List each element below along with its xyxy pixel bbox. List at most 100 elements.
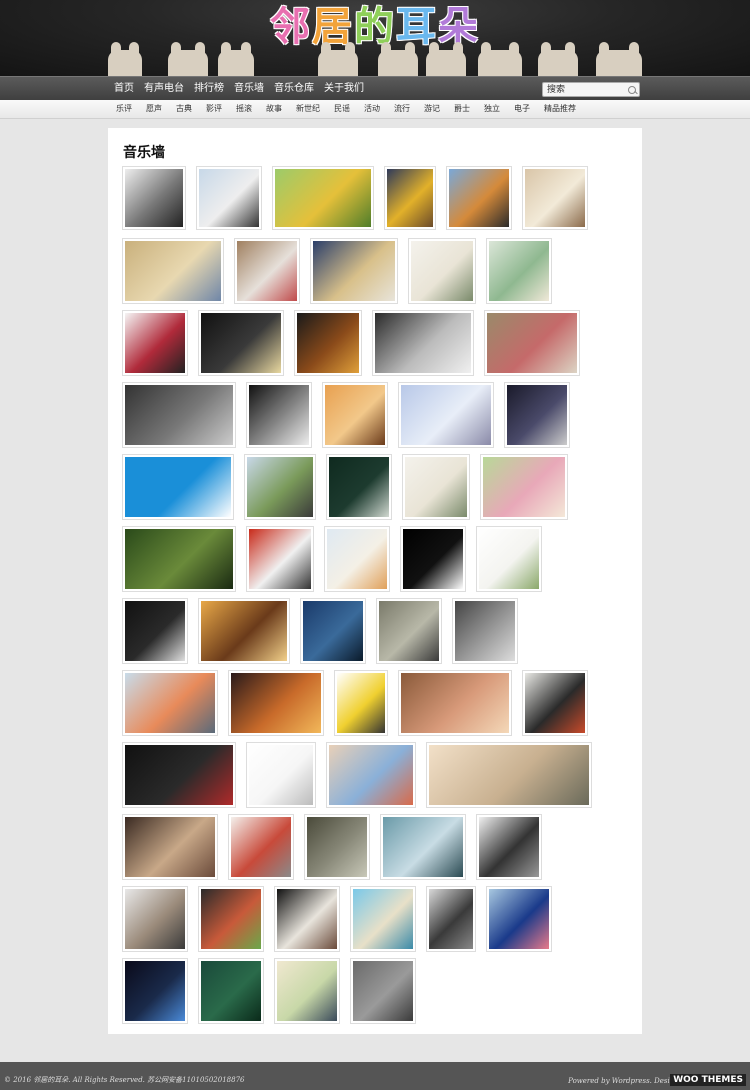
tag-link[interactable]: 精品推荐: [544, 100, 576, 118]
cat-silhouettes: [108, 42, 644, 76]
cat-decoration: [318, 42, 358, 76]
tag-link[interactable]: 愿声: [146, 100, 162, 118]
nav-item[interactable]: 首页: [114, 77, 134, 101]
music-thumbnail[interactable]: [402, 454, 470, 520]
music-thumbnail[interactable]: [400, 526, 466, 592]
music-thumbnail[interactable]: [522, 166, 588, 230]
music-thumbnail[interactable]: [376, 598, 442, 664]
thumbnail-image: [297, 313, 359, 373]
nav-item[interactable]: 音乐墙: [234, 77, 264, 101]
tag-link[interactable]: 活动: [364, 100, 380, 118]
music-thumbnail[interactable]: [310, 238, 398, 304]
tag-link[interactable]: 爵士: [454, 100, 470, 118]
music-thumbnail[interactable]: [122, 598, 188, 664]
music-thumbnail[interactable]: [322, 382, 388, 448]
music-thumbnail[interactable]: [504, 382, 570, 448]
music-thumbnail[interactable]: [326, 454, 392, 520]
thumbnail-image: [379, 601, 439, 661]
nav-item[interactable]: 关于我们: [324, 77, 364, 101]
music-thumbnail[interactable]: [234, 238, 300, 304]
music-thumbnail[interactable]: [372, 310, 474, 376]
tag-link[interactable]: 新世纪: [296, 100, 320, 118]
music-thumbnail[interactable]: [122, 382, 236, 448]
nav-item[interactable]: 音乐仓库: [274, 77, 314, 101]
music-thumbnail[interactable]: [476, 814, 542, 880]
tag-link[interactable]: 古典: [176, 100, 192, 118]
music-thumbnail[interactable]: [398, 670, 512, 736]
music-thumbnail[interactable]: [300, 598, 366, 664]
site-header: 邻居的耳朵: [0, 0, 750, 76]
nav-item[interactable]: 有声电台: [144, 77, 184, 101]
music-thumbnail[interactable]: [246, 382, 312, 448]
thumbnail-image: [401, 385, 491, 445]
tag-link[interactable]: 独立: [484, 100, 500, 118]
thumbnail-image: [405, 457, 467, 517]
music-thumbnail[interactable]: [380, 814, 466, 880]
music-thumbnail[interactable]: [294, 310, 362, 376]
music-thumbnail[interactable]: [446, 166, 512, 230]
music-thumbnail[interactable]: [408, 238, 476, 304]
music-thumbnail[interactable]: [198, 886, 264, 952]
music-thumbnail[interactable]: [426, 742, 592, 808]
music-thumbnail[interactable]: [122, 166, 186, 230]
woothemes-logo[interactable]: WOO THEMES: [670, 1074, 746, 1086]
tag-link[interactable]: 电子: [514, 100, 530, 118]
music-thumbnail[interactable]: [274, 958, 340, 1024]
music-thumbnail[interactable]: [350, 886, 416, 952]
tag-link[interactable]: 民谣: [334, 100, 350, 118]
tag-link[interactable]: 乐评: [116, 100, 132, 118]
music-thumbnail[interactable]: [122, 814, 218, 880]
tag-link[interactable]: 流行: [394, 100, 410, 118]
site-footer: © 2016 邻居的耳朵. All Rights Reserved. 苏公网安备…: [0, 1062, 750, 1090]
music-thumbnail[interactable]: [122, 238, 224, 304]
music-thumbnail[interactable]: [122, 958, 188, 1024]
tag-bar: 乐评 愿声 古典 影评 摇滚 故事 新世纪 民谣 活动 流行 游记 爵士 独立 电子 精品推荐: [0, 100, 750, 119]
music-thumbnail[interactable]: [486, 886, 552, 952]
music-thumbnail[interactable]: [398, 382, 494, 448]
search-placeholder: 搜索: [547, 85, 566, 95]
music-thumbnail[interactable]: [198, 310, 284, 376]
thumbnail-image: [525, 673, 585, 733]
music-thumbnail[interactable]: [272, 166, 374, 230]
music-thumbnail[interactable]: [476, 526, 542, 592]
music-thumbnail[interactable]: [326, 742, 416, 808]
search-input[interactable]: 搜索: [542, 82, 640, 97]
nav-item[interactable]: 排行榜: [194, 77, 224, 101]
tag-link[interactable]: 影评: [206, 100, 222, 118]
music-thumbnail[interactable]: [122, 886, 188, 952]
music-thumbnail[interactable]: [246, 742, 316, 808]
music-thumbnail[interactable]: [484, 310, 580, 376]
tag-link[interactable]: 故事: [266, 100, 282, 118]
tag-link[interactable]: 摇滚: [236, 100, 252, 118]
music-thumbnail[interactable]: [246, 526, 314, 592]
music-thumbnail[interactable]: [480, 454, 568, 520]
music-thumbnail[interactable]: [274, 886, 340, 952]
music-thumbnail[interactable]: [198, 958, 264, 1024]
music-thumbnail[interactable]: [244, 454, 316, 520]
music-thumbnail[interactable]: [228, 670, 324, 736]
thumbnail-image: [125, 745, 233, 805]
music-thumbnail[interactable]: [384, 166, 436, 230]
thumbnail-image: [249, 529, 311, 589]
music-thumbnail[interactable]: [122, 742, 236, 808]
music-thumbnail[interactable]: [122, 454, 234, 520]
thumbnail-image: [201, 889, 261, 949]
music-thumbnail[interactable]: [426, 886, 476, 952]
music-thumbnail[interactable]: [122, 310, 188, 376]
music-thumbnail[interactable]: [522, 670, 588, 736]
music-thumbnail[interactable]: [198, 598, 290, 664]
music-thumbnail[interactable]: [122, 670, 218, 736]
music-thumbnail[interactable]: [304, 814, 370, 880]
music-thumbnail[interactable]: [452, 598, 518, 664]
thumbnail-image: [125, 601, 185, 661]
music-thumbnail[interactable]: [334, 670, 388, 736]
music-thumbnail[interactable]: [196, 166, 262, 230]
thumbnail-image: [429, 889, 473, 949]
music-thumbnail[interactable]: [350, 958, 416, 1024]
music-thumbnail[interactable]: [486, 238, 552, 304]
tag-link[interactable]: 游记: [424, 100, 440, 118]
search-icon[interactable]: [628, 86, 636, 94]
music-thumbnail[interactable]: [228, 814, 294, 880]
music-thumbnail[interactable]: [122, 526, 236, 592]
music-thumbnail[interactable]: [324, 526, 390, 592]
